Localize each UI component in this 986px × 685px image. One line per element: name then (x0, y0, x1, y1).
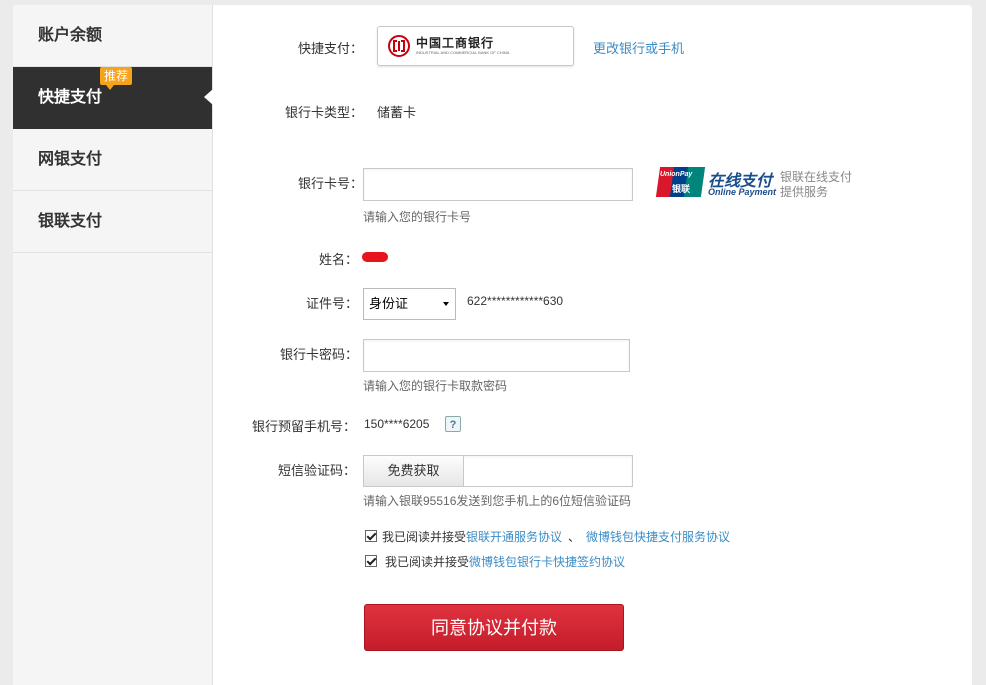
unionpay-subtitle: Online Payment (708, 187, 777, 197)
id-label: 证件号： (305, 296, 358, 311)
card-number-label: 银行卡号： (297, 176, 363, 191)
payment-form-panel: 快捷支付： 中国工商银行 INDUSTRIAL AND COMMERCIAL B… (213, 5, 972, 685)
phone-value: 150****6205 (364, 417, 430, 431)
selected-bank-card: 中国工商银行 INDUSTRIAL AND COMMERCIAL BANK OF… (377, 26, 574, 66)
name-label: 姓名： (318, 252, 358, 267)
agreement-2-checkbox[interactable] (365, 555, 377, 567)
bank-name-cn: 中国工商银行 (416, 36, 495, 50)
agreement-1-checkbox[interactable] (365, 530, 377, 542)
sidebar-item-label: 网银支付 (38, 151, 103, 168)
card-type-value: 储蓄卡 (377, 105, 417, 120)
sms-code-label: 短信验证码： (277, 463, 356, 478)
get-sms-code-button[interactable]: 免费获取 (364, 456, 464, 486)
sidebar-item-label: 账户余额 (38, 27, 103, 44)
quick-pay-label: 快捷支付： (297, 41, 363, 56)
password-label: 银行卡密码： (279, 347, 358, 362)
agreement-1-text: 我已阅读并接受银联开通服务协议、微博钱包快捷支付服务协议 (382, 530, 731, 544)
agreement-2-text: 我已阅读并接受微博钱包银行卡快捷签约协议 (385, 555, 626, 569)
recommend-badge: 推荐 (100, 67, 133, 90)
weibo-wallet-quickpay-agreement-link[interactable]: 微博钱包快捷支付服务协议 (586, 530, 730, 544)
help-icon[interactable]: ? (445, 416, 461, 432)
sidebar-item-quick-pay[interactable]: 快捷支付 推荐 (13, 67, 213, 129)
card-number-hint: 请输入您的银行卡号 (363, 210, 472, 224)
bank-name-en: INDUSTRIAL AND COMMERCIAL BANK OF CHINA (416, 50, 510, 55)
sidebar-item-label: 银联支付 (38, 213, 103, 230)
chevron-down-icon (443, 302, 449, 306)
weibo-wallet-card-sign-agreement-link[interactable]: 微博钱包银行卡快捷签约协议 (469, 555, 625, 569)
icbc-logo-icon (388, 35, 410, 57)
phone-label: 银行预留手机号： (251, 419, 356, 434)
id-type-select[interactable]: 身份证 (363, 288, 456, 320)
sidebar-item-online-banking[interactable]: 网银支付 (13, 129, 212, 191)
sms-code-input[interactable] (466, 457, 634, 487)
card-number-input[interactable] (363, 168, 633, 201)
sms-code-hint: 请输入银联95516发送到您手机上的6位短信验证码 (363, 494, 632, 508)
password-input[interactable] (363, 339, 630, 372)
redacted-name (362, 252, 388, 262)
unionpay-desc-2: 提供服务 (780, 185, 829, 199)
unionpay-service-agreement-link[interactable]: 银联开通服务协议 (466, 530, 562, 544)
sidebar-item-unionpay[interactable]: 银联支付 (13, 191, 212, 253)
card-type-label: 银行卡类型： (284, 105, 363, 120)
id-number-value: 622************630 (467, 294, 564, 308)
password-hint: 请输入您的银行卡取款密码 (363, 379, 508, 393)
unionpay-logo-icon: UnionPay 银联 (655, 167, 706, 197)
sidebar: 账户余额 快捷支付 推荐 网银支付 银联支付 (13, 5, 213, 685)
sidebar-item-label: 快捷支付 (38, 89, 103, 106)
change-bank-link[interactable]: 更改银行或手机 (593, 38, 684, 57)
sidebar-item-account-balance[interactable]: 账户余额 (13, 5, 212, 67)
agree-and-pay-button[interactable]: 同意协议并付款 (364, 604, 624, 651)
